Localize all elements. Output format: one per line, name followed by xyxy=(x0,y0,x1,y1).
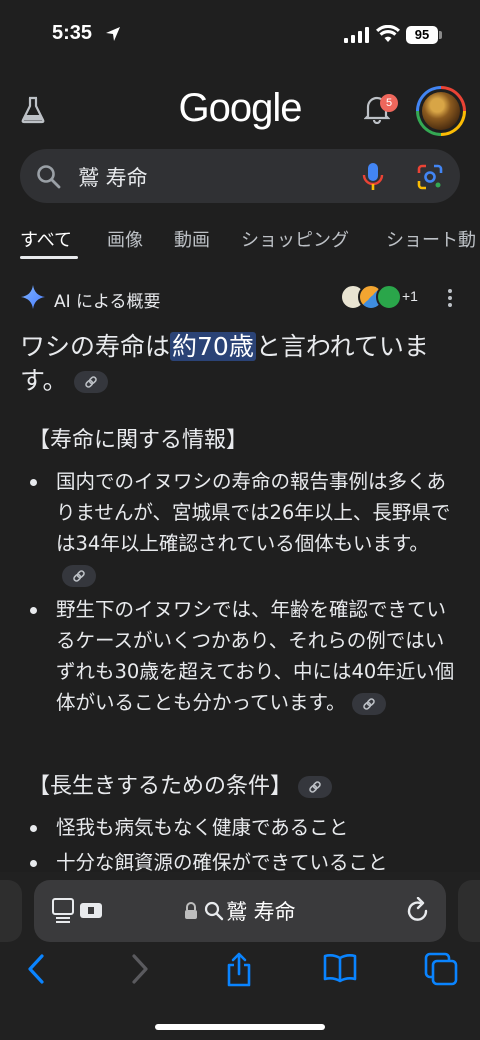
tab-videos[interactable]: 動画 xyxy=(174,226,210,252)
google-lens-icon[interactable] xyxy=(416,163,444,191)
browser-toolbar: 鷲 寿命 xyxy=(0,872,480,1040)
bullet-text: 怪我も病気もなく健康であること xyxy=(56,816,349,839)
google-logo[interactable]: Google xyxy=(0,86,480,131)
section-source-link[interactable] xyxy=(298,776,333,798)
bullet-text: 国内でのイヌワシの寿命の報告事例は多くありませんが、宮城県では26年以上、長野県… xyxy=(56,470,451,555)
forward-icon[interactable] xyxy=(128,952,152,986)
more-options-icon[interactable] xyxy=(446,288,454,308)
tab-short-videos[interactable]: ショート動 xyxy=(386,226,476,252)
section-title-lifespan-info: 【寿命に関する情報】 xyxy=(28,428,249,453)
location-arrow-icon xyxy=(106,27,120,41)
home-indicator xyxy=(155,1024,325,1030)
link-icon xyxy=(73,569,85,582)
ai-sparkle-icon xyxy=(21,285,45,309)
search-tabs: すべて 画像 動画 ショッピング ショート動 xyxy=(0,220,480,264)
search-query[interactable]: 鷲 寿命 xyxy=(78,162,148,192)
link-icon xyxy=(84,376,97,388)
bullet-text: 野生下のイヌワシでは、年齢を確認できているケースがいくつかあり、それらの例ではい… xyxy=(56,598,455,714)
page-menu-icon[interactable] xyxy=(52,898,106,924)
bullet-source-link[interactable] xyxy=(62,564,96,587)
search-icon xyxy=(37,165,61,189)
answer-highlight: 約70歳 xyxy=(170,332,256,361)
more-sources-count[interactable]: +1 xyxy=(402,288,418,304)
bullet-source-link[interactable] xyxy=(351,692,386,715)
ai-answer: ワシの寿命は約70歳と言われています。 xyxy=(20,330,460,398)
section-title-longevity-conditions: 【長生きするための条件】 xyxy=(28,768,333,800)
bookmarks-icon[interactable] xyxy=(322,952,358,984)
google-header: Google 5 xyxy=(0,80,480,142)
share-icon[interactable] xyxy=(224,952,254,988)
tabs-overview-icon[interactable] xyxy=(424,952,458,986)
next-tab-peek[interactable] xyxy=(458,880,480,942)
voice-search-mic-icon[interactable] xyxy=(362,162,384,192)
source-icon-3[interactable] xyxy=(376,284,402,310)
list-item: 怪我も病気もなく健康であること xyxy=(24,812,460,843)
ai-overview-header: AI による概要 +1 xyxy=(0,284,480,314)
lock-icon xyxy=(185,902,197,919)
status-bar: 5:35 95 xyxy=(0,0,480,70)
active-tab-indicator xyxy=(20,256,78,259)
tab-all[interactable]: すべて xyxy=(20,226,72,252)
back-icon[interactable] xyxy=(24,952,48,986)
tab-images[interactable]: 画像 xyxy=(107,226,143,252)
avatar-image xyxy=(422,92,460,130)
bullet-text: 十分な餌資源の確保ができていること xyxy=(56,851,388,874)
cellular-signal-icon xyxy=(344,27,369,43)
address-bar[interactable]: 鷲 寿命 xyxy=(34,880,446,942)
account-avatar[interactable] xyxy=(416,86,466,136)
ai-overview-title: AI による概要 xyxy=(54,292,161,312)
link-icon xyxy=(309,781,321,793)
wifi-icon xyxy=(376,25,400,42)
answer-text-start: ワシの寿命は xyxy=(20,332,171,361)
search-icon xyxy=(204,901,224,921)
previous-tab-peek[interactable] xyxy=(0,880,22,942)
lifespan-info-list: 国内でのイヌワシの寿命の報告事例は多くありませんが、宮城県では26年以上、長野県… xyxy=(24,466,460,722)
battery-indicator: 95 xyxy=(406,26,438,44)
section-title-text: 【長生きするための条件】 xyxy=(28,774,293,799)
tab-shopping[interactable]: ショッピング xyxy=(241,226,349,252)
link-icon xyxy=(362,697,375,710)
search-box[interactable]: 鷲 寿命 xyxy=(20,149,460,203)
list-item: 野生下のイヌワシでは、年齢を確認できているケースがいくつかあり、それらの例ではい… xyxy=(24,594,460,718)
battery-nub xyxy=(439,31,442,39)
answer-source-link[interactable] xyxy=(73,371,108,393)
address-bar-text[interactable]: 鷲 寿命 xyxy=(226,896,296,926)
list-item: 国内でのイヌワシの寿命の報告事例は多くありませんが、宮城県では26年以上、長野県… xyxy=(24,466,460,590)
reload-icon[interactable] xyxy=(406,897,430,923)
status-time: 5:35 xyxy=(52,22,93,44)
notification-badge: 5 xyxy=(380,94,398,112)
